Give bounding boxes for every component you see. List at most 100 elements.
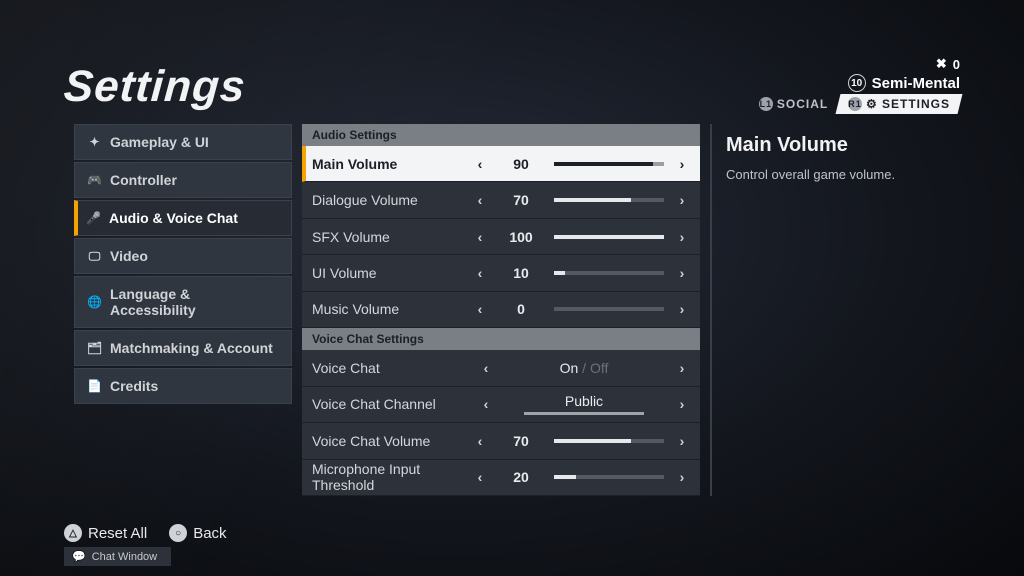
prompt-r1-icon: R1 — [848, 97, 862, 111]
sidebar-item-label: Gameplay & UI — [110, 134, 209, 150]
tab-settings-label: SETTINGS — [882, 97, 950, 111]
row-value: 0 — [498, 301, 544, 317]
slider-track[interactable] — [554, 162, 664, 166]
description-body: Control overall game volume. — [726, 167, 954, 182]
settings-sidebar: ✦ Gameplay & UI 🎮 Controller 🎤 Audio & V… — [74, 124, 292, 496]
sidebar-item-controller[interactable]: 🎮 Controller — [74, 162, 292, 198]
row-label: Voice Chat Volume — [312, 433, 462, 449]
player-username: Semi-Mental — [872, 75, 960, 92]
row-sfx-volume[interactable]: SFX Volume ‹ 100 › — [302, 219, 700, 255]
slider-fill — [554, 162, 653, 166]
option-underline — [524, 412, 644, 415]
document-icon: 📄 — [87, 379, 102, 393]
slider-track[interactable] — [554, 439, 664, 443]
page-title: Settings — [62, 62, 247, 112]
chevron-left-icon[interactable]: ‹ — [478, 360, 494, 376]
row-voice-channel[interactable]: Voice Chat Channel ‹ Public › — [302, 387, 700, 423]
row-label: UI Volume — [312, 265, 462, 281]
sidebar-item-label: Video — [110, 248, 148, 264]
row-value: 100 — [498, 229, 544, 245]
chevron-left-icon[interactable]: ‹ — [472, 469, 488, 485]
slider-track[interactable] — [554, 235, 664, 239]
group-header-voice: Voice Chat Settings — [302, 328, 700, 350]
row-label: Voice Chat Channel — [312, 396, 468, 412]
prompt-l1-icon: L1 — [759, 97, 773, 111]
account-icon: 🗂 — [87, 341, 102, 355]
footer-prompts: △ Reset All ○ Back — [64, 524, 227, 542]
row-dialogue-volume[interactable]: Dialogue Volume ‹ 70 › — [302, 182, 700, 218]
row-option-value: On / Off — [504, 360, 664, 376]
chat-window-label: Chat Window — [92, 551, 157, 563]
currency-icon: ✖ — [936, 56, 947, 72]
slider-fill — [554, 235, 664, 239]
chevron-left-icon[interactable]: ‹ — [472, 192, 488, 208]
sidebar-item-label: Audio & Voice Chat — [109, 210, 238, 226]
tab-social-label: SOCIAL — [777, 97, 828, 111]
group-header-audio: Audio Settings — [302, 124, 700, 146]
sidebar-item-matchmaking[interactable]: 🗂 Matchmaking & Account — [74, 330, 292, 366]
hud: ✖ 0 10 Semi-Mental L1 SOCIAL R1 ⚙ SETTIN… — [749, 54, 960, 114]
sidebar-item-label: Credits — [110, 378, 158, 394]
row-voice-chat[interactable]: Voice Chat ‹ On / Off › — [302, 350, 700, 386]
chevron-left-icon[interactable]: ‹ — [472, 265, 488, 281]
mic-icon: 🎤 — [86, 211, 101, 225]
tab-settings[interactable]: R1 ⚙ SETTINGS — [836, 94, 963, 114]
settings-list: Audio Settings Main Volume ‹ 90 › Dialog… — [302, 124, 700, 496]
row-label: Voice Chat — [312, 360, 468, 376]
chevron-right-icon[interactable]: › — [674, 156, 690, 172]
chevron-right-icon[interactable]: › — [674, 229, 690, 245]
chevron-right-icon[interactable]: › — [674, 360, 690, 376]
back-button[interactable]: ○ Back — [169, 524, 226, 542]
triangle-button-icon: △ — [64, 524, 82, 542]
chevron-right-icon[interactable]: › — [674, 396, 690, 412]
globe-icon: 🌐 — [87, 295, 102, 309]
sidebar-item-gameplay[interactable]: ✦ Gameplay & UI — [74, 124, 292, 160]
sidebar-item-label: Controller — [110, 172, 177, 188]
sidebar-item-language[interactable]: 🌐 Language & Accessibility — [74, 276, 292, 328]
chevron-left-icon[interactable]: ‹ — [472, 229, 488, 245]
slider-fill — [554, 198, 631, 202]
chevron-right-icon[interactable]: › — [674, 265, 690, 281]
row-label: Microphone Input Threshold — [312, 461, 462, 493]
reset-all-button[interactable]: △ Reset All — [64, 524, 147, 542]
chevron-left-icon[interactable]: ‹ — [478, 396, 494, 412]
row-value: 70 — [498, 192, 544, 208]
row-label: Music Volume — [312, 301, 462, 317]
chat-window-button[interactable]: 💬 Chat Window — [64, 547, 171, 566]
monitor-icon: 🖵 — [87, 249, 102, 264]
row-voice-volume[interactable]: Voice Chat Volume ‹ 70 › — [302, 423, 700, 459]
row-value: 90 — [498, 156, 544, 172]
chevron-left-icon[interactable]: ‹ — [472, 156, 488, 172]
row-label: Main Volume — [312, 156, 462, 172]
chat-icon: 💬 — [72, 550, 86, 563]
slider-track[interactable] — [554, 475, 664, 479]
row-value: 10 — [498, 265, 544, 281]
controller-icon: 🎮 — [87, 173, 102, 187]
tab-social[interactable]: L1 SOCIAL — [749, 94, 838, 114]
sidebar-item-label: Language & Accessibility — [110, 286, 279, 318]
row-mic-threshold[interactable]: Microphone Input Threshold ‹ 20 › — [302, 460, 700, 496]
sidebar-item-video[interactable]: 🖵 Video — [74, 238, 292, 274]
sidebar-item-audio[interactable]: 🎤 Audio & Voice Chat — [74, 200, 292, 236]
target-icon: ✦ — [87, 135, 102, 149]
chevron-right-icon[interactable]: › — [674, 433, 690, 449]
row-music-volume[interactable]: Music Volume ‹ 0 › — [302, 292, 700, 328]
description-title: Main Volume — [726, 134, 954, 157]
row-value: 70 — [498, 433, 544, 449]
reset-all-label: Reset All — [88, 525, 147, 542]
slider-fill — [554, 475, 576, 479]
row-option-value: Public — [504, 393, 664, 415]
chevron-left-icon[interactable]: ‹ — [472, 301, 488, 317]
chevron-left-icon[interactable]: ‹ — [472, 433, 488, 449]
slider-track[interactable] — [554, 307, 664, 311]
row-main-volume[interactable]: Main Volume ‹ 90 › — [302, 146, 700, 182]
chevron-right-icon[interactable]: › — [674, 469, 690, 485]
slider-fill — [554, 439, 631, 443]
slider-track[interactable] — [554, 271, 664, 275]
chevron-right-icon[interactable]: › — [674, 301, 690, 317]
slider-track[interactable] — [554, 198, 664, 202]
sidebar-item-credits[interactable]: 📄 Credits — [74, 368, 292, 404]
circle-button-icon: ○ — [169, 524, 187, 542]
row-ui-volume[interactable]: UI Volume ‹ 10 › — [302, 255, 700, 291]
chevron-right-icon[interactable]: › — [674, 192, 690, 208]
